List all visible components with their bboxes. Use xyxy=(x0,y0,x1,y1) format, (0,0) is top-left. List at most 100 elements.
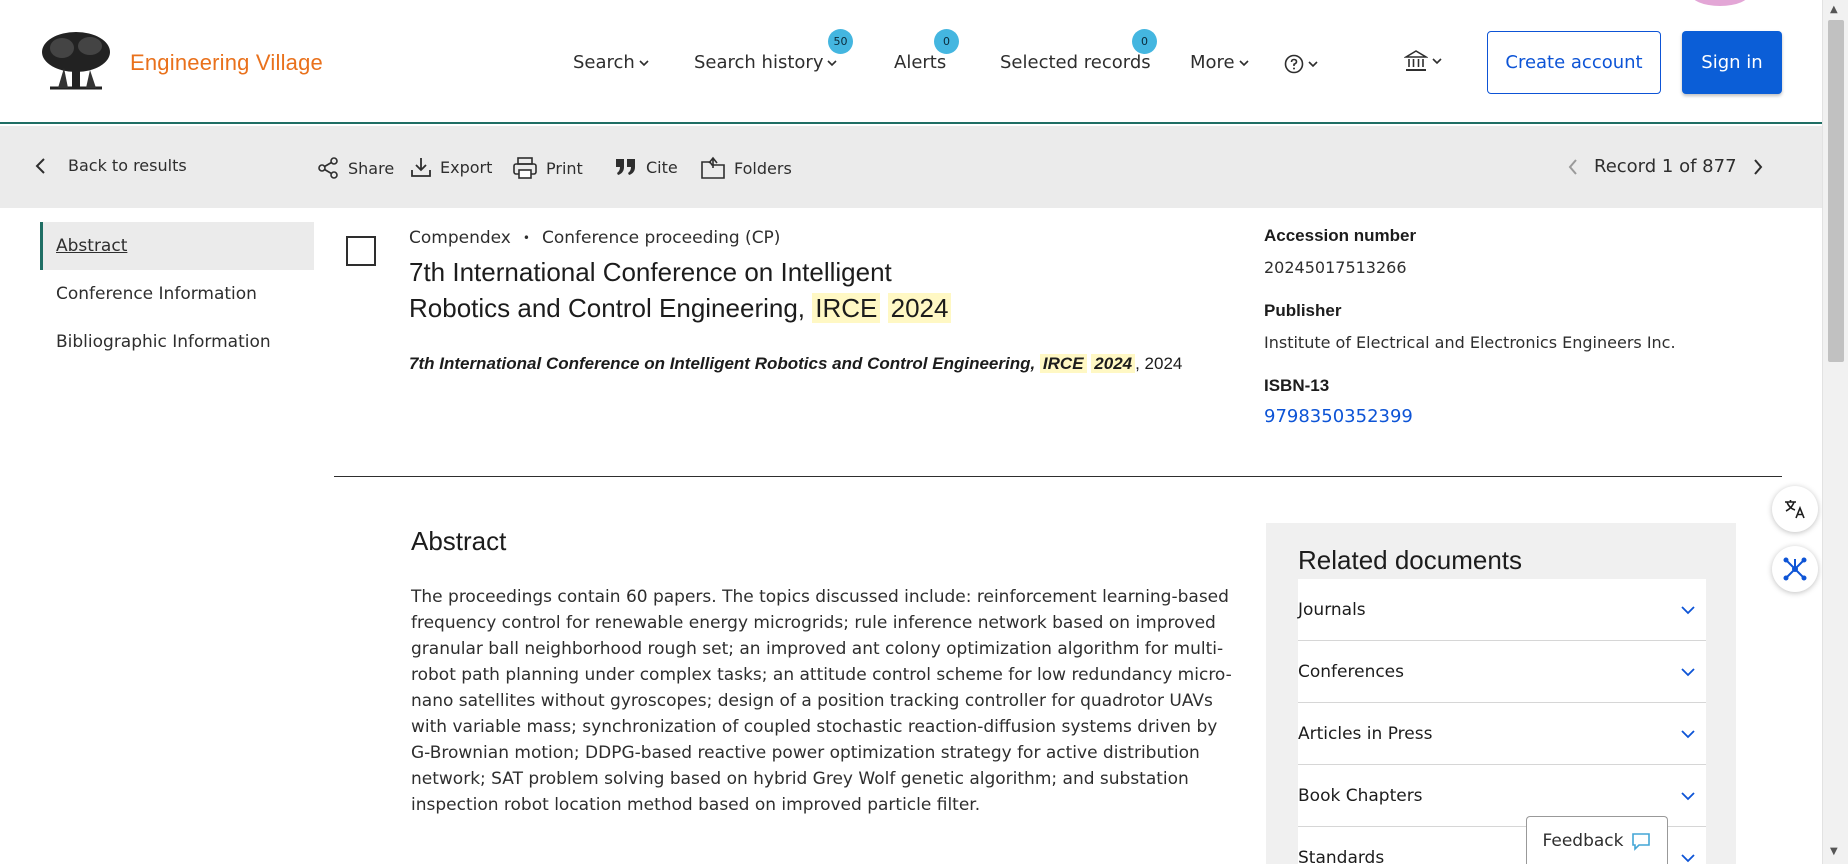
tree-logo-icon xyxy=(42,32,110,90)
title-highlight-irce: IRCE xyxy=(812,293,881,323)
related-documents-panel: Related documents Journals Conferences A… xyxy=(1266,523,1736,864)
related-item-label: Articles in Press xyxy=(1298,723,1433,744)
nav-search-history-label: Search history xyxy=(694,52,824,73)
related-item-label: Journals xyxy=(1298,599,1366,620)
print-label: Print xyxy=(546,158,583,178)
back-to-results-label: Back to results xyxy=(68,156,187,175)
create-account-button[interactable]: Create account xyxy=(1487,31,1661,94)
feedback-label: Feedback xyxy=(1542,830,1624,851)
chevron-left-icon[interactable] xyxy=(1566,157,1580,177)
nav-selected-records[interactable]: Selected records 0 xyxy=(1000,29,1157,73)
search-history-badge: 50 xyxy=(828,29,853,54)
export-icon xyxy=(411,158,431,177)
abstract-text: The proceedings contain 60 papers. The t… xyxy=(411,587,1232,815)
chevron-down-icon xyxy=(1681,853,1695,862)
database-name: Compendex xyxy=(409,228,511,248)
record-toolbar: Back to results Share Export Print Cite xyxy=(0,126,1822,208)
nav-more[interactable]: More xyxy=(1190,52,1249,73)
source-text: 7th International Conference on Intellig… xyxy=(409,354,1040,373)
document-type: Conference proceeding (CP) xyxy=(541,228,781,248)
source-year: , 2024 xyxy=(1135,354,1183,373)
nav-more-label: More xyxy=(1190,52,1235,73)
folders-button[interactable]: Folders xyxy=(700,156,792,180)
publisher-label: Publisher xyxy=(1264,301,1342,320)
share-icon xyxy=(318,157,338,179)
folder-icon xyxy=(701,156,725,179)
section-nav: Abstract Conference Information Bibliogr… xyxy=(40,222,314,366)
nav-search-label: Search xyxy=(573,52,635,73)
help-icon xyxy=(1284,54,1304,74)
meta-separator: • xyxy=(522,231,530,245)
back-to-results-link[interactable]: Back to results xyxy=(34,156,187,175)
record-position: Record 1 of 877 xyxy=(1594,156,1737,177)
nav-alerts-label: Alerts xyxy=(894,52,947,73)
related-documents-heading: Related documents xyxy=(1298,545,1523,575)
sidebar-item-bibliographic-information[interactable]: Bibliographic Information xyxy=(40,318,314,366)
top-header: Engineering Village Search Search histor… xyxy=(0,0,1822,124)
sidebar-item-abstract[interactable]: Abstract xyxy=(40,222,314,270)
accession-number-value: 20245017513266 xyxy=(1264,258,1407,277)
chevron-down-icon xyxy=(1432,58,1442,65)
publisher-value: Institute of Electrical and Electronics … xyxy=(1264,333,1676,352)
alerts-badge: 0 xyxy=(934,29,959,54)
cite-label: Cite xyxy=(646,157,678,177)
nav-search-history[interactable]: Search history 50 xyxy=(694,29,853,73)
related-item-articles-in-press[interactable]: Articles in Press xyxy=(1298,703,1706,765)
institution-icon xyxy=(1404,50,1428,71)
sign-in-button[interactable]: Sign in xyxy=(1682,31,1782,94)
user-avatar-partial xyxy=(1690,0,1750,6)
export-button[interactable]: Export xyxy=(410,156,492,178)
source-highlight-irce: IRCE xyxy=(1039,354,1087,373)
network-icon xyxy=(1783,557,1807,581)
brand-name[interactable]: Engineering Village xyxy=(130,50,323,76)
accession-number-label: Accession number xyxy=(1264,226,1417,245)
nav-search[interactable]: Search xyxy=(573,52,649,73)
nav-institution[interactable] xyxy=(1404,50,1442,72)
select-record-checkbox[interactable] xyxy=(346,236,376,266)
export-label: Export xyxy=(440,157,493,177)
record-details: Accession number 20245017513266 Publishe… xyxy=(1264,226,1724,451)
chevron-down-icon xyxy=(827,59,838,66)
scroll-thumb[interactable] xyxy=(1828,20,1844,362)
chevron-right-icon[interactable] xyxy=(1751,157,1765,177)
chevron-down-icon xyxy=(639,59,649,66)
elsevier-logo[interactable] xyxy=(40,30,112,94)
nav-help[interactable] xyxy=(1284,54,1318,74)
related-item-label: Standards xyxy=(1298,847,1385,864)
chevron-down-icon xyxy=(1681,791,1695,800)
related-item-conferences[interactable]: Conferences xyxy=(1298,641,1706,703)
abstract-heading: Abstract xyxy=(411,526,507,556)
graph-tool-button[interactable] xyxy=(1772,546,1818,592)
feedback-button[interactable]: Feedback xyxy=(1526,816,1668,864)
chevron-down-icon xyxy=(1681,667,1695,676)
chevron-down-icon xyxy=(1681,729,1695,738)
scroll-up-icon[interactable]: ▲ xyxy=(1830,4,1838,15)
record-title: 7th International Conference on Intellig… xyxy=(409,254,969,326)
nav-alerts[interactable]: Alerts 0 xyxy=(894,29,959,73)
related-item-label: Book Chapters xyxy=(1298,785,1423,806)
chevron-down-icon xyxy=(1308,61,1318,68)
sidebar-item-conference-information[interactable]: Conference Information xyxy=(40,270,314,318)
isbn-link[interactable]: 9798350352399 xyxy=(1264,406,1724,427)
scroll-down-icon[interactable]: ▼ xyxy=(1830,846,1838,857)
share-label: Share xyxy=(348,158,395,178)
nav-selected-records-label: Selected records xyxy=(1000,52,1151,73)
chevron-left-icon xyxy=(35,157,45,174)
folders-label: Folders xyxy=(734,158,792,178)
print-icon xyxy=(513,157,537,179)
selected-records-badge: 0 xyxy=(1132,29,1157,54)
record-meta: Compendex • Conference proceeding (CP) xyxy=(409,228,780,248)
print-button[interactable]: Print xyxy=(512,156,583,180)
isbn-label: ISBN-13 xyxy=(1264,376,1330,395)
cite-button[interactable]: Cite xyxy=(614,156,678,178)
chevron-down-icon xyxy=(1681,605,1695,614)
related-item-label: Conferences xyxy=(1298,661,1405,682)
translate-icon xyxy=(1785,500,1805,519)
related-item-journals[interactable]: Journals xyxy=(1298,579,1706,641)
page-scrollbar[interactable]: ▲ ▼ xyxy=(1822,0,1848,864)
share-button[interactable]: Share xyxy=(316,156,394,180)
source-highlight-year: 2024 xyxy=(1091,354,1136,373)
chat-icon xyxy=(1632,832,1651,851)
translate-button[interactable] xyxy=(1772,486,1818,532)
title-highlight-year: 2024 xyxy=(887,293,952,323)
